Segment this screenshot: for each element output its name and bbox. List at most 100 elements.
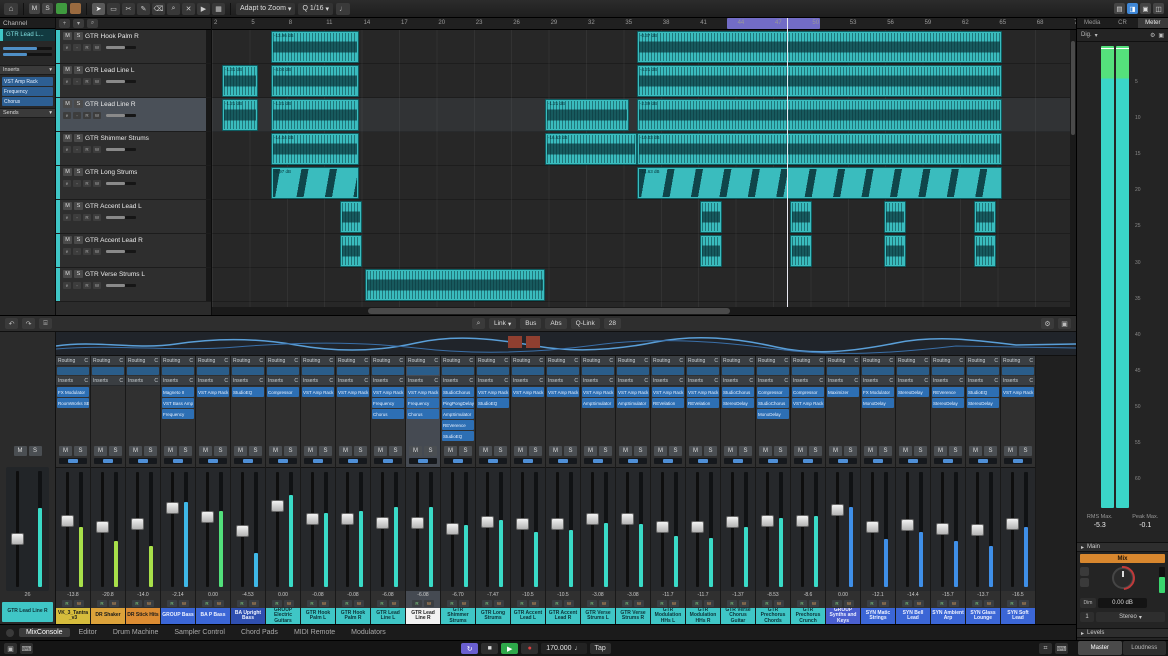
routing-copy-icon[interactable]: C xyxy=(504,358,508,364)
tempo-display[interactable]: 170.000 ♩ xyxy=(541,643,586,654)
track-volume-slider[interactable] xyxy=(106,148,136,151)
strip-inserts-header[interactable]: Inserts C xyxy=(1001,376,1035,386)
mute-button[interactable]: M xyxy=(409,446,422,456)
play-button[interactable]: ▶ xyxy=(501,643,518,654)
write-automation-button[interactable]: W xyxy=(144,600,154,607)
track-mini-button[interactable]: ◦ xyxy=(73,248,81,255)
pan-control[interactable] xyxy=(514,458,542,464)
draw-tool-icon[interactable]: ✎ xyxy=(137,3,150,15)
inserts-copy-icon[interactable]: C xyxy=(854,378,858,384)
strip-name[interactable]: GTR Hook Palm R xyxy=(336,608,370,624)
lower-tab-midi-remote[interactable]: MIDI Remote xyxy=(287,628,342,637)
routing-copy-icon[interactable]: C xyxy=(749,358,753,364)
mute-button[interactable]: M xyxy=(899,446,912,456)
strip-name[interactable]: BA Upright Bass xyxy=(231,608,265,624)
track-mini-button[interactable]: e xyxy=(63,78,71,85)
insert-slot[interactable]: MonoDelay xyxy=(757,409,789,419)
insert-slot[interactable]: Chorus xyxy=(372,409,404,419)
inspector-pan-slider[interactable] xyxy=(3,53,52,56)
strip-routing-slot[interactable] xyxy=(652,367,684,375)
mixer-channel-strip[interactable]: Routing C Inserts C VST Amp Rack M S -0.… xyxy=(336,356,371,624)
meter-mode-tab-master[interactable]: Master xyxy=(1078,641,1122,655)
insert-slot[interactable]: Magneto II xyxy=(162,387,194,397)
pan-control[interactable] xyxy=(689,458,717,464)
track-mini-button[interactable]: e xyxy=(63,214,71,221)
track-mini-button[interactable]: W xyxy=(93,112,101,119)
track-mini-button[interactable]: ◦ xyxy=(73,112,81,119)
routing-copy-icon[interactable]: C xyxy=(259,358,263,364)
fader-section[interactable] xyxy=(651,467,685,591)
strip-inserts-header[interactable]: Inserts C xyxy=(546,376,580,386)
insert-slot[interactable]: REVerence xyxy=(442,420,474,430)
strip-name[interactable]: GTR Prechorus Crunch xyxy=(791,608,825,624)
strip-name[interactable]: GTR Prechorus Chords xyxy=(756,608,790,624)
routing-copy-icon[interactable]: C xyxy=(364,358,368,364)
strip-routing-slot[interactable] xyxy=(197,367,229,375)
strip-name[interactable]: SYN Ambient Arp xyxy=(931,608,965,624)
insert-slot[interactable]: StereoDelay xyxy=(897,387,929,397)
strip-name[interactable]: GROUP Bass xyxy=(161,608,195,624)
fader-section[interactable] xyxy=(301,467,335,591)
right-zone-tab-meter[interactable]: Meter xyxy=(1138,18,1168,28)
mixer-channel-strip[interactable]: Routing C Inserts C CompressorStudioChor… xyxy=(756,356,791,624)
routing-copy-icon[interactable]: C xyxy=(714,358,718,364)
read-automation-button[interactable]: R xyxy=(692,600,702,607)
insert-slot[interactable]: AmpSimulator xyxy=(582,398,614,408)
strip-routing-header[interactable]: Routing C xyxy=(581,356,615,366)
insert-slot[interactable]: VST Amp Rack xyxy=(477,387,509,397)
fader-cap[interactable] xyxy=(271,500,284,512)
strip-inserts-header[interactable]: Inserts C xyxy=(371,376,405,386)
write-automation-button[interactable]: W xyxy=(459,600,469,607)
erase-tool-icon[interactable]: ⌫ xyxy=(152,3,165,15)
mute-button[interactable]: M xyxy=(164,446,177,456)
strip-inserts-header[interactable]: Inserts C xyxy=(476,376,510,386)
fader-section[interactable] xyxy=(861,467,895,591)
read-automation-button[interactable]: R xyxy=(132,600,142,607)
routing-copy-icon[interactable]: C xyxy=(539,358,543,364)
fader-section[interactable] xyxy=(441,467,475,591)
routing-copy-icon[interactable]: C xyxy=(119,358,123,364)
solo-button[interactable]: S xyxy=(704,446,717,456)
mute-button[interactable]: M xyxy=(14,446,27,456)
meter-device-label[interactable]: Dig. xyxy=(1081,32,1092,38)
abs-button[interactable]: Abs xyxy=(545,318,566,329)
track-volume-slider[interactable] xyxy=(106,46,136,49)
strip-routing-header[interactable]: Routing C xyxy=(406,356,440,366)
fader-cap[interactable] xyxy=(831,504,844,516)
range-tool-icon[interactable]: ▭ xyxy=(107,3,120,15)
insert-slot[interactable]: REVelation xyxy=(687,398,719,408)
horizontal-scrollbar-thumb[interactable] xyxy=(368,308,731,314)
strip-name[interactable]: GTR Verse Strums R xyxy=(616,608,650,624)
track-mini-button[interactable]: W xyxy=(93,214,101,221)
track-volume-slider[interactable] xyxy=(106,216,136,219)
pan-control[interactable] xyxy=(934,458,962,464)
track-mini-button[interactable]: ◦ xyxy=(73,146,81,153)
routing-copy-icon[interactable]: C xyxy=(609,358,613,364)
mute-button[interactable]: M xyxy=(864,446,877,456)
pan-control[interactable] xyxy=(129,458,157,464)
strip-routing-slot[interactable] xyxy=(337,367,369,375)
read-automation-button[interactable]: R xyxy=(167,600,177,607)
write-automation-button[interactable]: W xyxy=(599,600,609,607)
write-automation-button[interactable]: W xyxy=(319,600,329,607)
fader-section[interactable] xyxy=(966,467,1000,591)
lower-tab-drum-machine[interactable]: Drum Machine xyxy=(106,628,166,637)
pan-control[interactable] xyxy=(479,458,507,464)
mixer-channel-strip[interactable]: Routing C Inserts C VST Amp RackAmpSimul… xyxy=(581,356,616,624)
track-row[interactable]: M S GTR Accent Lead L e◦RW xyxy=(56,200,211,234)
solo-button[interactable]: S xyxy=(669,446,682,456)
solo-button[interactable]: S xyxy=(109,446,122,456)
fader-cap[interactable] xyxy=(96,521,109,533)
routing-copy-icon[interactable]: C xyxy=(224,358,228,364)
write-automation-button[interactable]: W xyxy=(704,600,714,607)
track-row[interactable]: M S GTR Lead Line L e◦RW xyxy=(56,64,211,98)
track-mini-button[interactable]: W xyxy=(93,180,101,187)
read-automation-button[interactable]: R xyxy=(447,600,457,607)
track-mute-button[interactable]: M xyxy=(63,66,72,74)
audio-clip[interactable]: -0.37 dB xyxy=(637,31,1002,63)
mute-button[interactable]: M xyxy=(549,446,562,456)
mixer-channel-strip[interactable]: Routing C Inserts C Maximizer M S 0.00 R… xyxy=(826,356,861,624)
track-mini-button[interactable]: ◦ xyxy=(73,282,81,289)
track-mute-button[interactable]: M xyxy=(63,100,72,108)
inserts-copy-icon[interactable]: C xyxy=(714,378,718,384)
